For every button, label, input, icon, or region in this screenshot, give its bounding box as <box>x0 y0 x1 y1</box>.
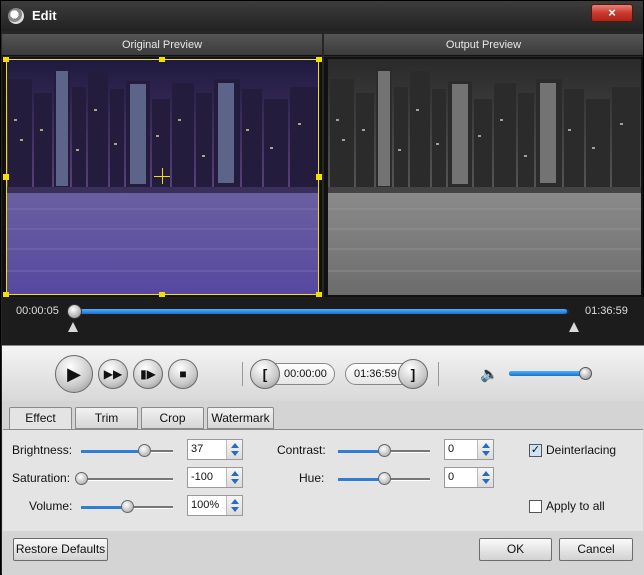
frame-step-icon: ▮▶ <box>140 367 156 381</box>
spin-up-icon[interactable] <box>231 471 239 476</box>
fast-forward-button[interactable]: ▶▶ <box>98 359 128 389</box>
spin-up-icon[interactable] <box>482 471 490 476</box>
trim-end-marker[interactable] <box>569 322 579 332</box>
contrast-label: Contrast: <box>277 443 326 457</box>
cancel-button[interactable]: Cancel <box>559 538 633 561</box>
contrast-spinbox[interactable]: 0 <box>444 439 494 460</box>
timeline-progress <box>74 309 567 314</box>
crop-handle[interactable] <box>316 57 322 62</box>
close-icon: × <box>608 5 616 20</box>
saturation-slider[interactable] <box>75 472 173 485</box>
original-preview-label: Original Preview <box>2 34 322 56</box>
spin-up-icon[interactable] <box>482 443 490 448</box>
edit-window: Edit × Original Preview Output Preview 0… <box>0 0 644 575</box>
title-bar[interactable]: Edit × <box>1 1 643 31</box>
spin-up-icon[interactable] <box>231 499 239 504</box>
trim-start-marker[interactable] <box>68 322 78 332</box>
crop-handle[interactable] <box>159 57 165 62</box>
divider <box>438 362 439 386</box>
restore-defaults-button[interactable]: Restore Defaults <box>13 538 108 561</box>
timeline-playhead[interactable] <box>67 304 83 319</box>
hue-label: Hue: <box>299 471 325 485</box>
effect-tab-content: Brightness: 37 Saturation: -100 Volume: <box>3 429 643 531</box>
tab-effect[interactable]: Effect <box>9 407 72 430</box>
volume-icon[interactable]: 🔈 <box>480 365 499 383</box>
apply-to-all-label[interactable]: Apply to all <box>546 499 605 513</box>
close-button[interactable]: × <box>591 4 633 22</box>
output-preview-pane <box>324 57 643 297</box>
brightness-spin-arrows[interactable] <box>226 440 242 459</box>
bracket-left-icon: [ <box>262 366 268 382</box>
play-icon: ▶ <box>67 363 81 384</box>
deinterlacing-checkbox[interactable]: ✓ <box>529 444 542 457</box>
tab-crop[interactable]: Crop <box>141 407 204 429</box>
crop-center-crosshair <box>162 168 163 184</box>
brightness-spinbox[interactable]: 37 <box>187 439 243 460</box>
spin-down-icon[interactable] <box>482 479 490 484</box>
output-preview-label: Output Preview <box>324 34 643 56</box>
crop-handle[interactable] <box>3 57 9 62</box>
next-frame-button[interactable]: ▮▶ <box>133 359 163 389</box>
spin-down-icon[interactable] <box>482 451 490 456</box>
volume-spin-arrows[interactable] <box>226 496 242 515</box>
saturation-slider-knob[interactable] <box>75 472 88 485</box>
brightness-slider-knob[interactable] <box>137 444 151 457</box>
spin-up-icon[interactable] <box>231 443 239 448</box>
brightness-value: 37 <box>191 443 204 455</box>
hue-spin-arrows[interactable] <box>477 468 493 487</box>
volume-value: 100% <box>191 499 220 511</box>
hue-slider[interactable] <box>338 472 430 485</box>
deinterlacing-label[interactable]: Deinterlacing <box>546 443 616 457</box>
saturation-value: -100 <box>191 471 214 483</box>
crop-handle[interactable] <box>3 174 9 180</box>
saturation-spinbox[interactable]: -100 <box>187 467 243 488</box>
settings-panel: Effect Trim Crop Watermark Brightness: 3… <box>2 401 644 575</box>
hue-spinbox[interactable]: 0 <box>444 467 494 488</box>
saturation-label: Saturation: <box>12 471 71 485</box>
volume-level <box>509 371 586 376</box>
volume-slider-track[interactable] <box>509 371 587 376</box>
crop-handle[interactable] <box>316 174 322 180</box>
current-time-label: 00:00:05 <box>16 305 59 317</box>
contrast-slider[interactable] <box>338 444 430 457</box>
play-button[interactable]: ▶ <box>55 355 93 393</box>
volume-label: Volume: <box>29 499 73 513</box>
volume-slider-knob[interactable] <box>579 367 593 380</box>
duration-label: 01:36:59 <box>585 305 628 317</box>
saturation-spin-arrows[interactable] <box>226 468 242 487</box>
original-preview-pane[interactable] <box>2 57 322 297</box>
contrast-spin-arrows[interactable] <box>477 440 493 459</box>
spin-down-icon[interactable] <box>231 479 239 484</box>
hue-value: 0 <box>448 471 455 483</box>
brightness-label: Brightness: <box>12 443 73 457</box>
app-logo-icon <box>8 8 24 24</box>
spin-down-icon[interactable] <box>231 451 239 456</box>
brightness-slider[interactable] <box>81 444 173 457</box>
timeline-track[interactable] <box>74 309 569 314</box>
apply-to-all-checkbox[interactable] <box>529 500 542 513</box>
playback-controls: ▶ ▶▶ ▮▶ ■ 00:00:00 [ 01:36:59 ] 🔈 <box>2 345 644 401</box>
brightness-slider-fill <box>81 450 144 453</box>
set-start-button[interactable]: [ <box>250 359 280 389</box>
fast-forward-icon: ▶▶ <box>103 367 123 381</box>
set-end-button[interactable]: ] <box>398 359 428 389</box>
output-preview-image <box>328 59 641 295</box>
contrast-value: 0 <box>448 443 455 455</box>
stop-icon: ■ <box>179 367 187 381</box>
volume-spinbox[interactable]: 100% <box>187 495 243 516</box>
stop-button[interactable]: ■ <box>168 359 198 389</box>
timeline-bar: 00:00:05 01:36:59 <box>2 297 644 345</box>
spin-down-icon[interactable] <box>231 507 239 512</box>
volume-effect-slider-knob[interactable] <box>121 500 134 513</box>
divider <box>242 362 243 386</box>
hue-slider-knob[interactable] <box>378 472 391 485</box>
tab-watermark[interactable]: Watermark <box>207 407 274 429</box>
ok-button[interactable]: OK <box>479 538 552 561</box>
window-title: Edit <box>32 8 57 23</box>
contrast-slider-knob[interactable] <box>378 444 391 457</box>
bracket-right-icon: ] <box>410 366 416 382</box>
volume-effect-slider[interactable] <box>81 500 173 513</box>
tab-trim[interactable]: Trim <box>75 407 138 429</box>
